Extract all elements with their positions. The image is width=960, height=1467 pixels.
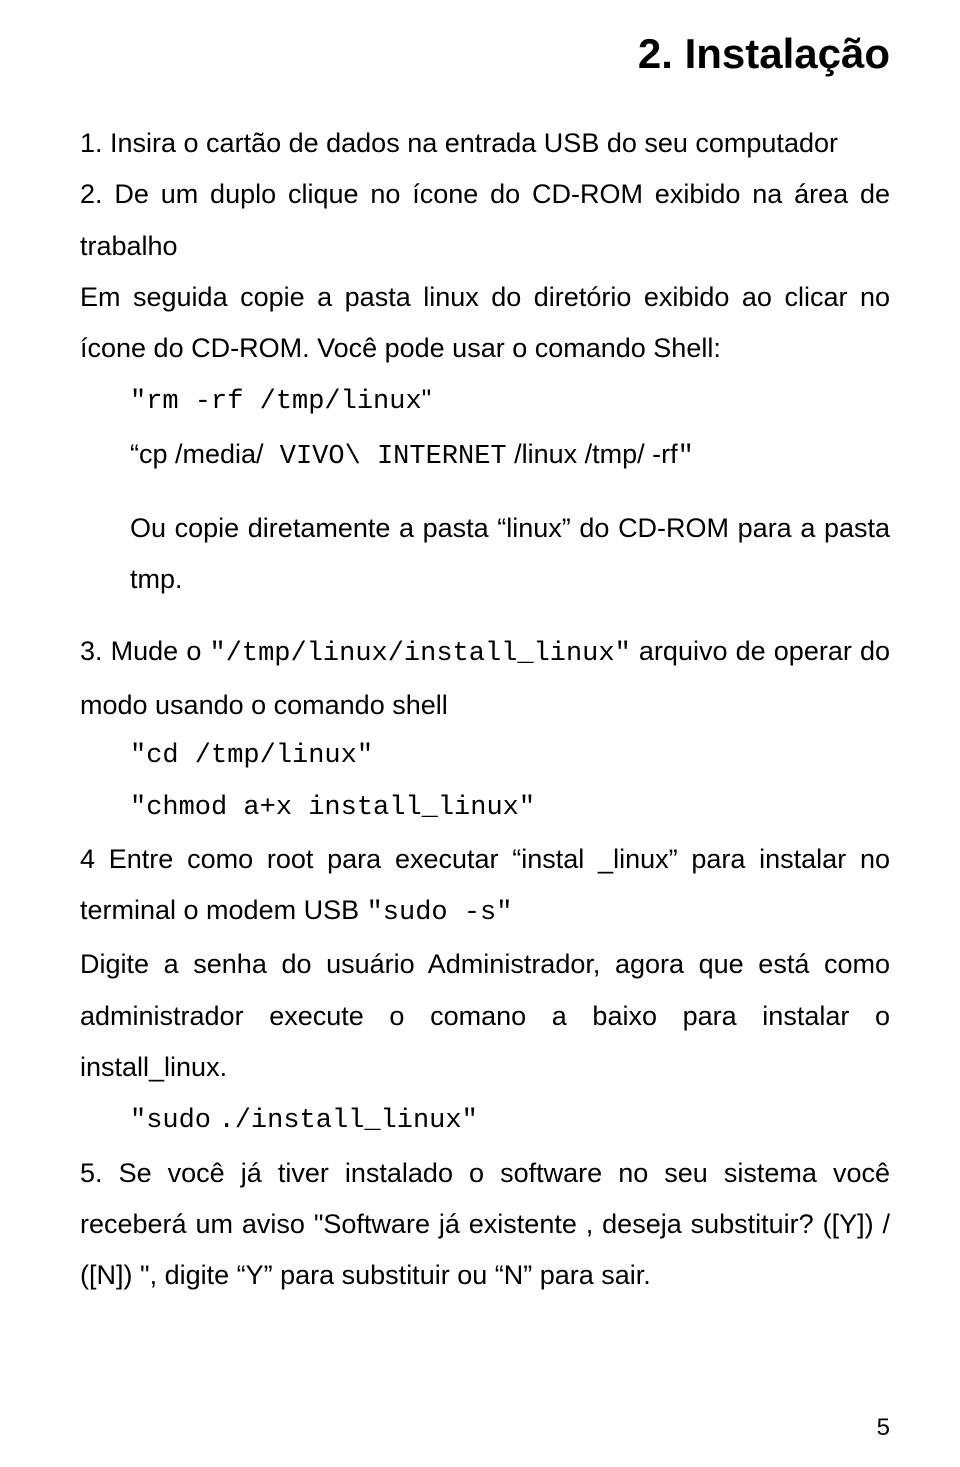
step-4: 4 Entre como root para executar “instal … [80,834,890,940]
cmd-text: “cp /media/ [130,439,264,469]
command-cp: “cp /media/ VIVO\ INTERNET /linux /tmp/ … [80,429,890,483]
page-number: 5 [877,1414,890,1442]
cmd-quote: " [678,442,694,472]
command-chmod: "chmod a+x install_linux" [80,783,890,834]
command-sudo-s: "sudo -s" [367,898,513,928]
cmd-text: VIVO\ INTERNET [264,442,507,472]
document-page: 2. Instalação 1. Insira o cartão de dado… [0,0,960,1467]
cmd-space [211,1103,219,1133]
cmd-text: "rm -rf /tmp/linux [130,387,422,417]
cmd-text: /linux /tmp/ -rf [507,439,678,469]
command-rm: "rm -rf /tmp/linux" [80,374,890,428]
step-2-line1: 2. De um duplo clique no ícone do CD-ROM… [80,169,890,272]
step-3-path: "/tmp/linux/install_linux" [210,639,631,669]
step-3-pre: 3. Mude o [80,636,210,666]
step-5: 5. Se você já tiver instalado o software… [80,1148,890,1302]
step-2-note: Ou copie diretamente a pasta “linux” do … [80,503,890,606]
cmd-text: "sudo [130,1106,211,1136]
command-sudo-install: "sudo ./install_linux" [80,1093,890,1147]
step-4-cont: Digite a senha do usuário Administrador,… [80,939,890,1093]
step-2-line2: Em seguida copie a pasta linux do diretó… [80,272,890,375]
step-3: 3. Mude o "/tmp/linux/install_linux" arq… [80,626,890,732]
step-1: 1. Insira o cartão de dados na entrada U… [80,118,890,169]
cmd-quote: " [422,384,432,414]
cmd-text: ./install_linux" [219,1106,478,1136]
command-cd: "cd /tmp/linux" [80,731,890,782]
body-text: 1. Insira o cartão de dados na entrada U… [80,118,890,1302]
page-title: 2. Instalação [80,30,890,78]
